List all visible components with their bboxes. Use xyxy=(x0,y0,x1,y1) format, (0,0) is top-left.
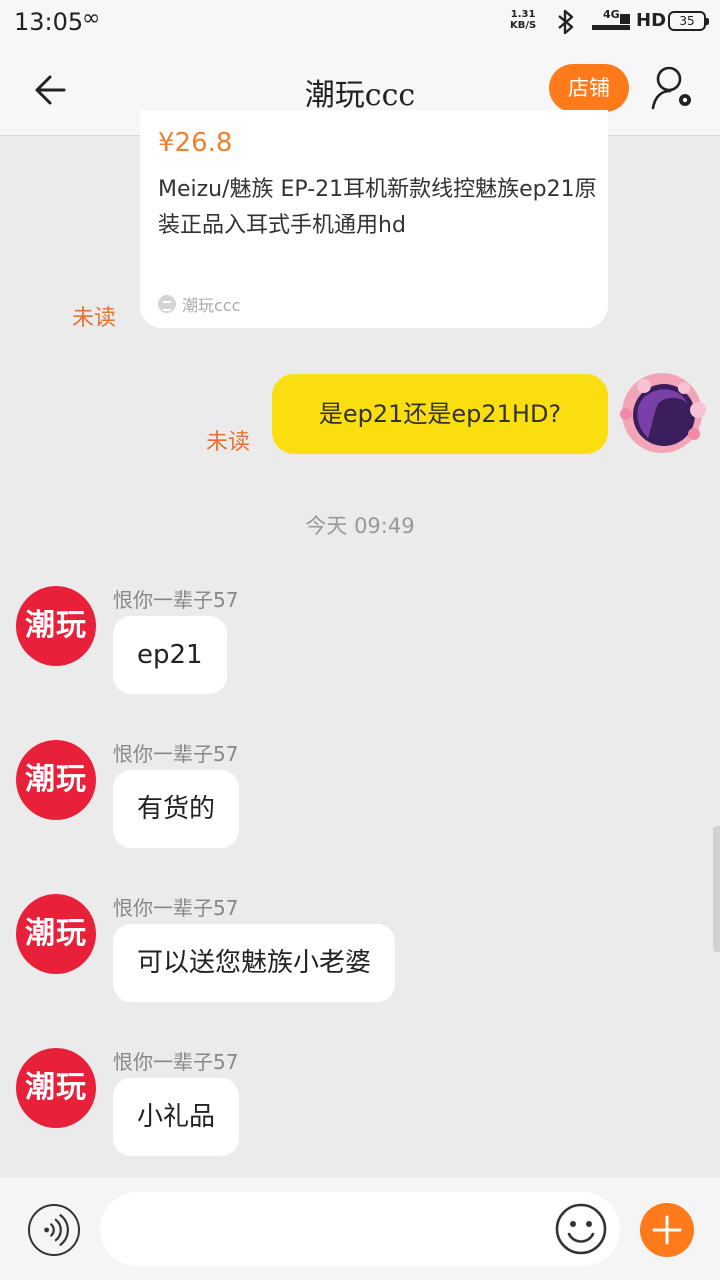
status-bar: 13:05 ∞ 1.31 KB/S 4G HD 35 xyxy=(0,0,720,44)
shop-button[interactable]: 店铺 xyxy=(549,64,629,112)
input-bar xyxy=(0,1178,720,1280)
message-bubble[interactable]: 有货的 xyxy=(113,770,240,848)
my-avatar[interactable] xyxy=(614,368,712,458)
network-type: 4G xyxy=(603,8,620,21)
infinity-icon: ∞ xyxy=(82,6,101,31)
voice-button[interactable] xyxy=(28,1204,80,1256)
product-shop-name: 潮玩ccc xyxy=(182,296,241,315)
sender-name: 恨你一辈子57 xyxy=(113,742,239,766)
network-speed: 1.31 KB/S xyxy=(510,9,536,31)
product-shop: 潮玩ccc xyxy=(158,292,240,316)
battery-icon: 35 xyxy=(668,11,709,31)
message-bubble[interactable]: 可以送您魅族小老婆 xyxy=(113,924,396,1002)
hd-icon: HD xyxy=(636,10,667,31)
message-row: 潮玩 恨你一辈子57 ep21 xyxy=(0,586,720,726)
message-bubble[interactable]: 小礼品 xyxy=(113,1078,240,1156)
unread-label: 未读 xyxy=(206,430,251,455)
sender-name: 恨你一辈子57 xyxy=(113,896,239,920)
message-row: 潮玩 恨你一辈子57 有货的 xyxy=(0,740,720,880)
emoji-button[interactable] xyxy=(554,1202,608,1256)
product-card[interactable]: ¥26.8 Meizu/魅族 EP-21耳机新款线控魅族ep21原装正品入耳式手… xyxy=(140,110,608,328)
unread-label: 未读 xyxy=(72,306,117,331)
plus-button[interactable] xyxy=(640,1203,694,1257)
sender-avatar[interactable]: 潮玩 xyxy=(16,740,96,820)
shop-icon xyxy=(158,295,176,313)
sender-avatar[interactable]: 潮玩 xyxy=(16,586,96,666)
battery-level: 35 xyxy=(679,14,695,28)
sender-name: 恨你一辈子57 xyxy=(113,588,239,612)
timestamp: 今天 09:49 xyxy=(305,514,415,538)
outgoing-message[interactable]: 是ep21还是ep21HD? xyxy=(272,374,608,454)
status-time: 13:05 xyxy=(14,8,84,36)
profile-settings-icon[interactable] xyxy=(650,64,696,112)
message-input[interactable] xyxy=(100,1192,620,1266)
message-row: 潮玩 恨你一辈子57 可以送您魅族小老婆 xyxy=(0,894,720,1034)
sender-avatar[interactable]: 潮玩 xyxy=(16,1048,96,1128)
bluetooth-icon xyxy=(558,9,574,35)
scrollbar[interactable] xyxy=(713,826,720,952)
message-row: 潮玩 恨你一辈子57 小礼品 xyxy=(0,1048,720,1188)
product-title: Meizu/魅族 EP-21耳机新款线控魅族ep21原装正品入耳式手机通用hd xyxy=(158,177,597,238)
sender-avatar[interactable]: 潮玩 xyxy=(16,894,96,974)
sender-name: 恨你一辈子57 xyxy=(113,1050,239,1074)
message-bubble[interactable]: ep21 xyxy=(113,616,227,694)
network-speed-unit: KB/S xyxy=(510,20,537,31)
signal-4g-icon: 4G xyxy=(592,8,630,30)
product-price: ¥26.8 xyxy=(158,128,233,158)
network-speed-value: 1.31 xyxy=(510,9,536,20)
